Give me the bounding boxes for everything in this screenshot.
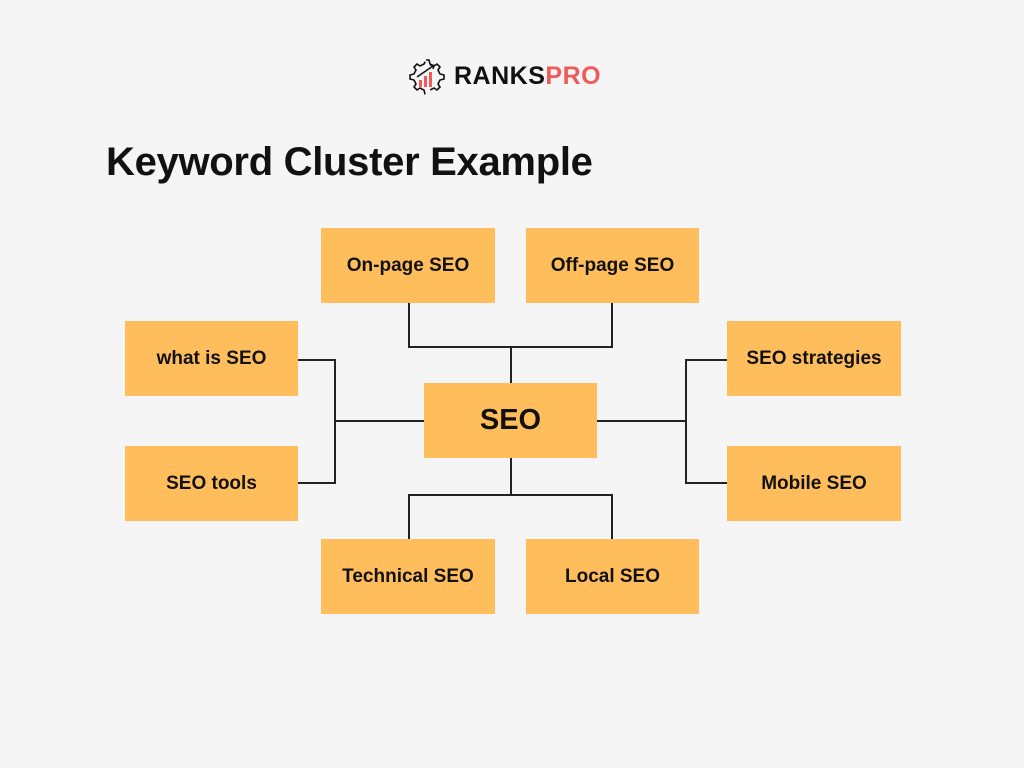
node-off-page-seo: Off-page SEO bbox=[526, 228, 699, 303]
connector-bottom bbox=[408, 494, 613, 539]
node-seo-strategies: SEO strategies bbox=[727, 321, 901, 396]
connector-top bbox=[408, 303, 613, 348]
node-seo-tools: SEO tools bbox=[125, 446, 298, 521]
node-local-seo: Local SEO bbox=[526, 539, 699, 614]
connector-left bbox=[298, 359, 336, 484]
node-what-is-seo: what is SEO bbox=[125, 321, 298, 396]
node-technical-seo: Technical SEO bbox=[321, 539, 495, 614]
node-on-page-seo: On-page SEO bbox=[321, 228, 495, 303]
node-center-seo: SEO bbox=[424, 383, 597, 458]
node-mobile-seo: Mobile SEO bbox=[727, 446, 901, 521]
connector-right bbox=[685, 359, 727, 484]
